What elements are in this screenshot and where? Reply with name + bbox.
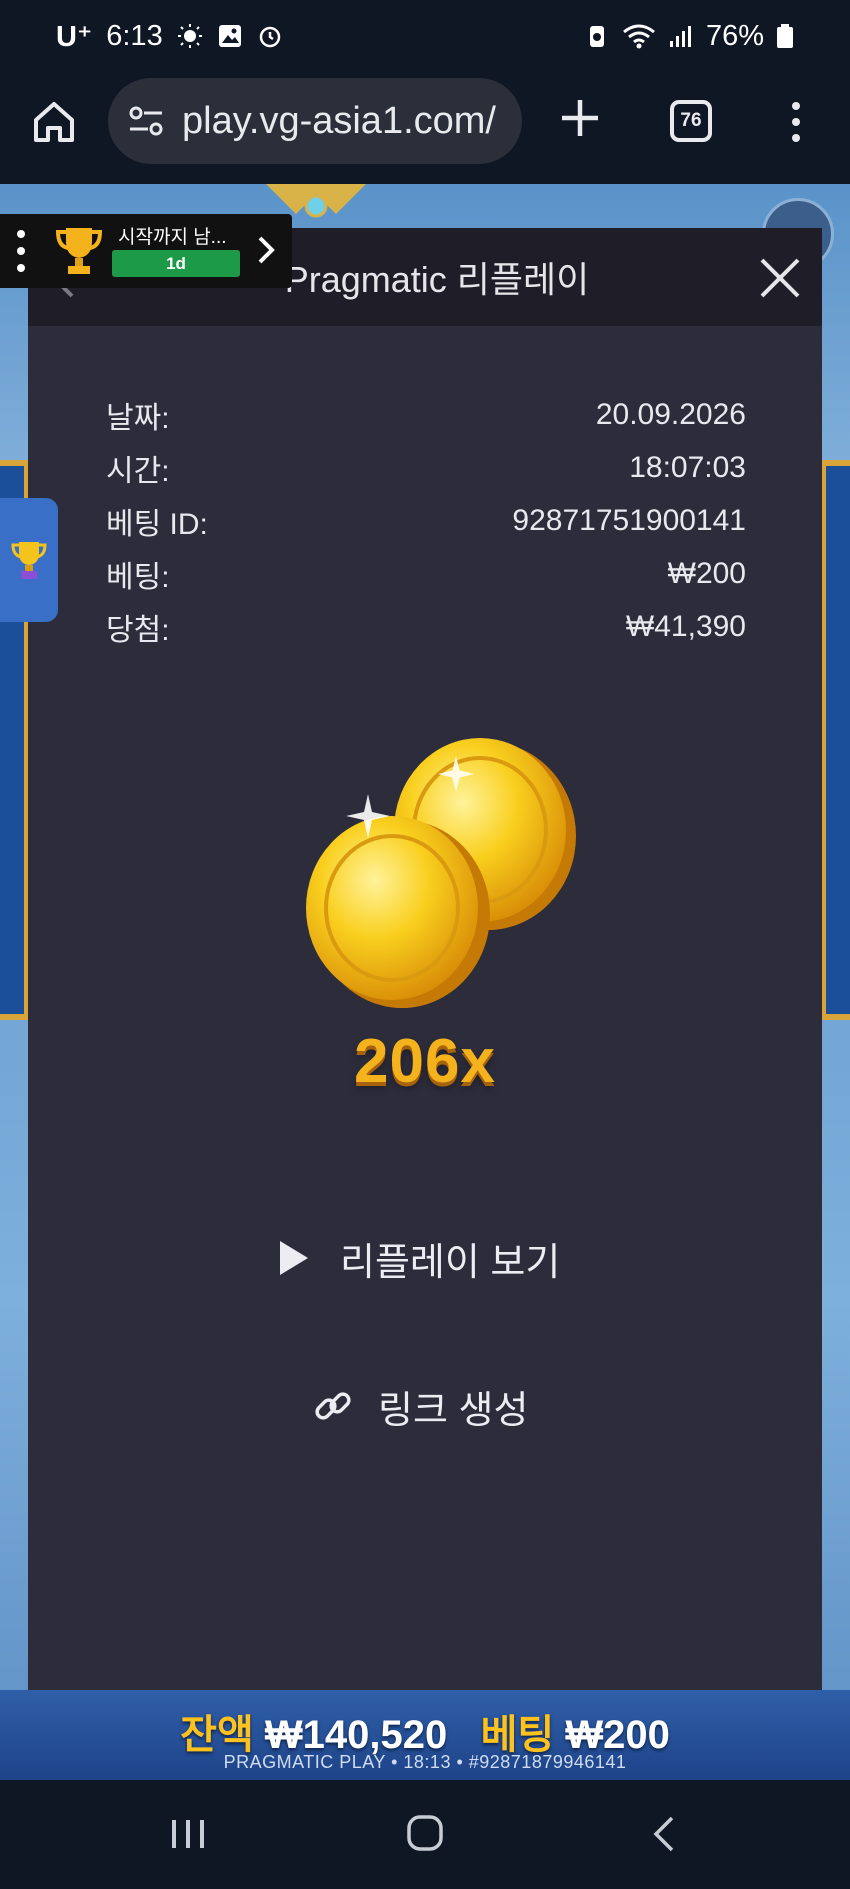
gallery-icon [218, 25, 241, 47]
battery-icon [777, 24, 793, 48]
info-row-date: 날짜: 20.09.2026 [106, 388, 746, 441]
game-footer-text: PRAGMATIC PLAY • 18:13 • #92871879946141 [223, 1752, 627, 1772]
game-status-bar: 잔액 ₩140,520 베팅 ₩200 PRAGMATIC PLAY • 18:… [0, 1690, 850, 1780]
home-icon[interactable] [30, 98, 78, 146]
info-value: 18:07:03 [629, 450, 746, 484]
drag-handle-icon[interactable] [16, 226, 26, 276]
watch-replay-button[interactable]: 리플레이 보기 [278, 1228, 598, 1288]
status-bar: U⁺ 6:13 76% [0, 0, 850, 72]
tournament-widget[interactable]: 시작까지 남... 1d [0, 214, 292, 288]
info-value: 20.09.2026 [595, 397, 746, 431]
countdown-badge: 1d [112, 250, 240, 277]
create-link-label: 링크 생성 [378, 1389, 529, 1432]
play-icon [280, 1241, 308, 1275]
close-icon[interactable] [758, 256, 802, 300]
wifi-icon [623, 24, 655, 49]
trophy-icon [11, 542, 47, 579]
battery-saver-icon [589, 26, 604, 47]
reel-frame-right [820, 460, 850, 1020]
recents-icon[interactable] [170, 1818, 206, 1850]
url-text[interactable]: play.vg-asia1.com/ [182, 100, 496, 143]
info-row-win: 당첨: ₩41,390 [106, 600, 746, 653]
info-row-time: 시간: 18:07:03 [106, 441, 746, 494]
gold-coins-icon [306, 738, 576, 1008]
signal-icon [669, 26, 691, 47]
info-label: 시간: [106, 454, 170, 488]
bet-value: ₩200 [565, 1713, 670, 1757]
info-label: 당첨: [106, 613, 170, 647]
tab-switcher-button[interactable]: 76 [670, 100, 712, 142]
info-row-bet: 베팅: ₩200 [106, 547, 746, 600]
info-value: ₩41,390 [625, 609, 746, 643]
brightness-icon [177, 24, 202, 48]
back-icon[interactable] [652, 1814, 676, 1854]
more-options-icon[interactable] [784, 98, 808, 146]
new-tab-icon[interactable] [556, 94, 604, 142]
replay-modal: Pragmatic 리플레이 날짜: 20.09.2026 시간: 18:07:… [28, 228, 822, 1692]
tournament-label: 시작까지 남... [118, 227, 227, 248]
info-label: 날짜: [106, 401, 170, 435]
site-settings-icon[interactable] [126, 101, 166, 141]
chevron-right-icon[interactable] [256, 234, 276, 266]
info-value: ₩200 [667, 556, 746, 590]
system-nav-bar [0, 1780, 850, 1889]
alarm-icon [259, 26, 280, 48]
carrier-label: U⁺ [56, 20, 93, 53]
clock: 6:13 [106, 19, 163, 52]
trophy-icon [55, 228, 103, 274]
balance-value: ₩140,520 [264, 1713, 448, 1757]
info-label: 베팅: [106, 560, 170, 594]
balance-label: 잔액 [180, 1713, 254, 1757]
address-bar[interactable]: play.vg-asia1.com/ [108, 78, 522, 164]
home-nav-icon[interactable] [406, 1814, 444, 1852]
link-icon [315, 1392, 351, 1420]
watch-replay-label: 리플레이 보기 [340, 1241, 561, 1284]
info-label: 베팅 ID: [106, 507, 208, 541]
info-value: 92871751900141 [512, 503, 746, 537]
info-row-bet-id: 베팅 ID: 92871751900141 [106, 494, 746, 547]
create-link-button[interactable]: 링크 생성 [312, 1376, 572, 1436]
side-tournament-tab[interactable] [0, 498, 58, 622]
bet-label: 베팅 [480, 1713, 555, 1757]
bet-info-table: 날짜: 20.09.2026 시간: 18:07:03 베팅 ID: 92871… [106, 388, 746, 653]
battery-percent: 76% [705, 19, 764, 52]
modal-title: Pragmatic 리플레이 [284, 259, 590, 300]
win-multiplier: 206x [354, 1027, 496, 1096]
browser-toolbar: play.vg-asia1.com/ 76 [0, 72, 850, 184]
